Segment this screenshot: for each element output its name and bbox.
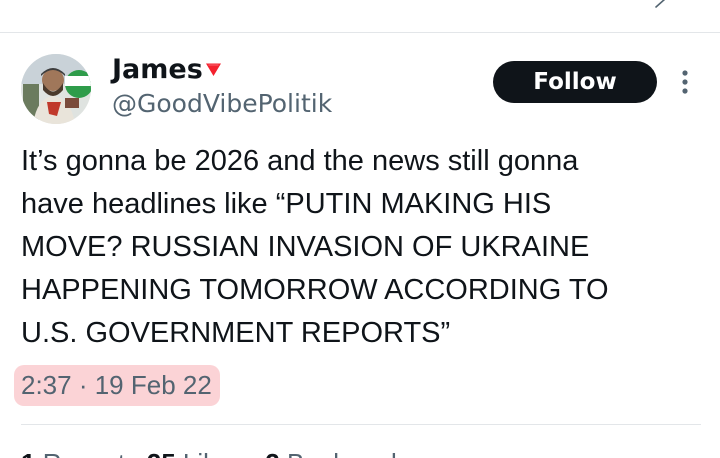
- reposts-count[interactable]: 1: [21, 448, 35, 458]
- bookmarks-count[interactable]: 2: [265, 448, 279, 458]
- engagement-stats: 1 Repost 25 Likes 2 Bookmarks: [21, 446, 417, 458]
- display-name[interactable]: James: [112, 53, 203, 87]
- tweet-text-line: have headlines like “PUTIN MAKING HIS: [21, 188, 552, 220]
- timestamp[interactable]: 2:37 · 19 Feb 22: [21, 368, 212, 402]
- more-options-icon[interactable]: [680, 68, 690, 96]
- red-triangle-icon: [206, 63, 221, 76]
- tweet-text-line: It’s gonna be 2026 and the news still go…: [21, 145, 579, 177]
- user-handle[interactable]: @GoodVibePolitik: [112, 88, 332, 120]
- follow-button[interactable]: Follow: [493, 61, 657, 103]
- reposts-label[interactable]: Repost: [43, 448, 125, 458]
- tweet-text-line: U.S. GOVERNMENT REPORTS”: [21, 317, 451, 349]
- share-arrow-icon[interactable]: [654, 0, 668, 8]
- avatar[interactable]: [21, 54, 91, 124]
- tweet-text: It’s gonna be 2026 and the news still go…: [21, 140, 711, 355]
- top-divider: [0, 32, 720, 33]
- tweet-text-line: MOVE? RUSSIAN INVASION OF UKRAINE: [21, 231, 590, 263]
- tweet-text-line: HAPPENING TOMORROW ACCORDING TO: [21, 274, 609, 306]
- stats-divider: [21, 424, 701, 425]
- likes-label[interactable]: Likes: [183, 448, 244, 458]
- likes-count[interactable]: 25: [147, 448, 176, 458]
- bookmarks-label[interactable]: Bookmarks: [287, 448, 417, 458]
